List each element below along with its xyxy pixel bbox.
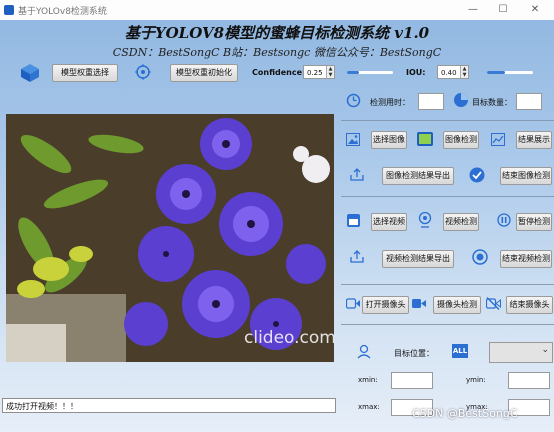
- iou-value: 0.40: [441, 69, 457, 77]
- init-weight-button[interactable]: 模型权重初始化: [170, 64, 238, 82]
- ymin-field: [508, 372, 550, 389]
- select-video-button[interactable]: 选择视频: [371, 213, 407, 231]
- webcam-icon: [418, 212, 432, 228]
- maximize-button[interactable]: ☐: [490, 2, 516, 18]
- detect-time-field: [418, 93, 444, 110]
- end-video-detect-button[interactable]: 结束视频检测: [500, 250, 552, 268]
- detect-time-label: 检测用时：: [370, 98, 410, 107]
- export-icon: [350, 250, 364, 263]
- image-detect-button[interactable]: 图像检测: [443, 131, 479, 149]
- video-file-icon: [347, 214, 360, 227]
- check-circle-icon: [469, 167, 485, 183]
- divider: [341, 324, 554, 325]
- csdn-credit: CSDN @BestSongC: [412, 407, 518, 420]
- camera-icon: [346, 298, 360, 309]
- export-video-result-button[interactable]: 视频检测结果导出: [382, 250, 454, 268]
- xmax-label: xmax:: [358, 403, 380, 411]
- video-camera-icon: [412, 299, 426, 308]
- target-count-label: 目标数量：: [472, 98, 512, 107]
- confidence-slider-fill: [347, 71, 359, 74]
- pause-icon: [497, 213, 511, 227]
- app-subtitle: CSDN：BestSongC B站：Bestsongc 微信公众号：BestSo…: [112, 46, 442, 59]
- camera-detect-button[interactable]: 摄像头检测: [433, 296, 481, 314]
- spin-arrows-icon[interactable]: ▲ ▼: [460, 66, 468, 78]
- open-camera-button[interactable]: 打开摄像头: [362, 296, 409, 314]
- target-icon: [135, 64, 151, 80]
- divider: [341, 120, 554, 121]
- result-chart-icon: [491, 133, 505, 146]
- location-pin-icon: [357, 344, 371, 359]
- end-camera-button[interactable]: 结束摄像头: [506, 296, 553, 314]
- app-title: 基于YOLOV8模型的蜜蜂目标检测系统 v1.0: [124, 24, 430, 42]
- confidence-slider[interactable]: [347, 71, 393, 74]
- model-cube-icon: [21, 64, 39, 82]
- minimize-button[interactable]: —: [460, 2, 486, 18]
- window-title: 基于YOLOv8检测系统: [18, 7, 107, 17]
- iou-label: IOU:: [406, 68, 426, 77]
- iou-spinbox[interactable]: 0.40 ▲ ▼: [437, 65, 469, 79]
- app-icon: [4, 5, 14, 15]
- video-detect-button[interactable]: 视频检测: [443, 213, 479, 231]
- window-titlebar: 基于YOLOv8检测系统 — ☐ ✕: [0, 0, 554, 20]
- select-weight-button[interactable]: 模型权重选择: [52, 64, 118, 82]
- confidence-label: Confidence:: [252, 68, 306, 77]
- xmin-field: [391, 372, 433, 389]
- show-result-button[interactable]: 结果展示: [516, 131, 552, 149]
- select-image-button[interactable]: 选择图像: [371, 131, 407, 149]
- chevron-down-icon: ⌄: [541, 345, 549, 355]
- confidence-spinbox[interactable]: 0.25 ▲ ▼: [303, 65, 335, 79]
- export-icon: [350, 168, 364, 181]
- ymin-label: ymin:: [466, 376, 486, 384]
- clock-icon: [346, 93, 361, 108]
- target-count-field: [516, 93, 542, 110]
- pie-chart-icon: [454, 93, 468, 107]
- image-detect-icon: [417, 132, 433, 146]
- iou-slider-fill: [487, 71, 506, 74]
- target-position-label: 目标位置：: [394, 349, 434, 358]
- divider: [341, 196, 554, 197]
- spin-arrows-icon[interactable]: ▲ ▼: [326, 66, 334, 78]
- confidence-value: 0.25: [307, 69, 323, 77]
- flower-photo: [6, 114, 334, 362]
- image-icon: [346, 133, 360, 146]
- pause-detect-button[interactable]: 暂停检测: [516, 213, 552, 231]
- image-display: clideo.com: [6, 114, 334, 362]
- divider: [341, 284, 554, 285]
- close-button[interactable]: ✕: [522, 2, 548, 18]
- video-watermark: clideo.com: [244, 328, 334, 348]
- status-bar: 成功打开视频！！！: [2, 398, 336, 413]
- xmin-label: xmin:: [358, 376, 378, 384]
- camera-off-icon: [486, 297, 501, 310]
- all-targets-icon: ALL: [452, 344, 468, 358]
- export-image-result-button[interactable]: 图像检测结果导出: [382, 167, 454, 185]
- all-label: ALL: [452, 347, 468, 355]
- iou-slider[interactable]: [487, 71, 533, 74]
- end-image-detect-button[interactable]: 结束图像检测: [500, 167, 552, 185]
- target-select[interactable]: ⌄: [489, 342, 553, 363]
- stop-icon: [472, 249, 488, 265]
